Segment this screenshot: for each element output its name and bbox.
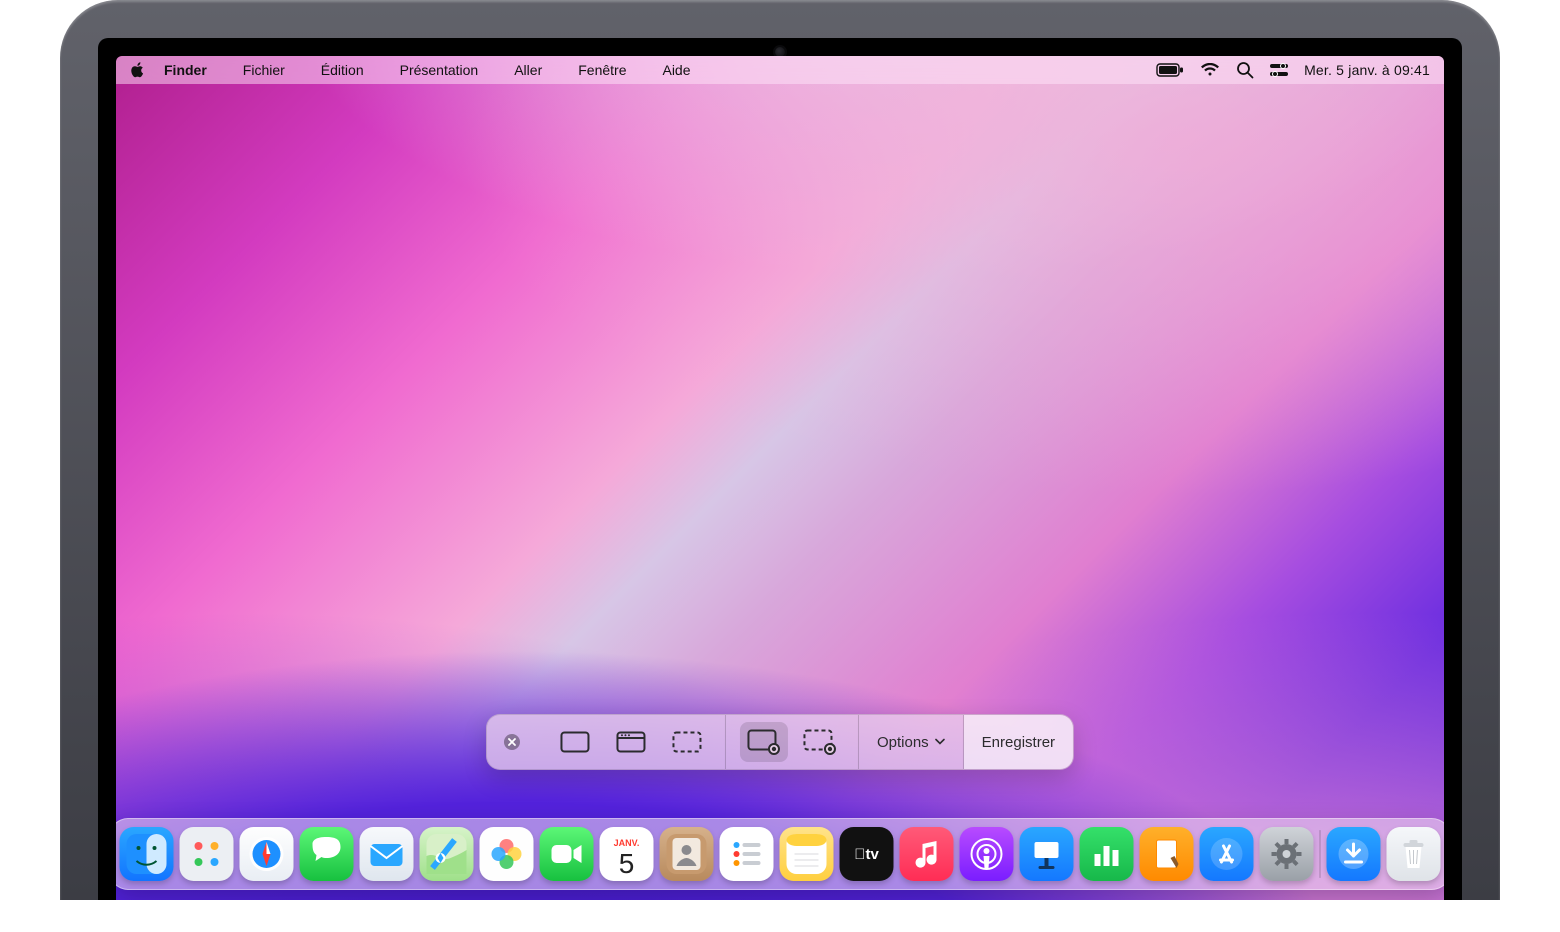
icon-glyph: [907, 834, 947, 874]
icon-glyph: [787, 834, 827, 874]
icon-glyph: [547, 834, 587, 874]
pages-icon[interactable]: [1140, 827, 1194, 881]
icon-glyph: [667, 834, 707, 874]
menu-edition[interactable]: Édition: [321, 62, 364, 78]
menu-aller[interactable]: Aller: [514, 62, 542, 78]
facetime-icon[interactable]: [540, 827, 594, 881]
wallpaper-layer: [116, 56, 1444, 900]
menu-bar-clock[interactable]: Mer. 5 janv. à 09:41: [1304, 62, 1430, 78]
icon-glyph: [187, 834, 227, 874]
close-toolbar-button[interactable]: [497, 727, 527, 757]
icon-glyph: [727, 834, 767, 874]
record-button[interactable]: Enregistrer: [964, 715, 1073, 769]
desktop[interactable]: Finder Fichier Édition Présentation Aller Fe…: [116, 56, 1444, 900]
control-center-icon[interactable]: [1270, 63, 1288, 77]
chevron-down-icon: [935, 738, 945, 746]
screen-bezel: Finder Fichier Édition Présentation Aller Fe…: [98, 38, 1462, 900]
podcasts-icon[interactable]: [960, 827, 1014, 881]
keynote-icon[interactable]: [1020, 827, 1074, 881]
launchpad-icon[interactable]: [180, 827, 234, 881]
trash-icon[interactable]: [1387, 827, 1441, 881]
wifi-icon[interactable]: [1200, 63, 1220, 77]
safari-icon[interactable]: [240, 827, 294, 881]
icon-glyph: [1394, 834, 1434, 874]
system-preferences-icon[interactable]: [1260, 827, 1314, 881]
icon-glyph: [487, 834, 527, 874]
icon-glyph: [127, 834, 167, 874]
battery-icon[interactable]: [1156, 63, 1184, 77]
icon-glyph: [1027, 834, 1067, 874]
icon-glyph: [1334, 834, 1374, 874]
messages-icon[interactable]: [300, 827, 354, 881]
icon-glyph: [427, 834, 467, 874]
mail-icon[interactable]: [360, 827, 414, 881]
svg-text:tv: tv: [854, 846, 879, 863]
contacts-icon[interactable]: [660, 827, 714, 881]
spotlight-icon[interactable]: [1236, 61, 1254, 79]
finder-icon[interactable]: [120, 827, 174, 881]
menu-presentation[interactable]: Présentation: [400, 62, 479, 78]
record-entire-screen-button[interactable]: [740, 722, 788, 762]
record-selection-button[interactable]: [796, 722, 844, 762]
music-icon[interactable]: [900, 827, 954, 881]
reminders-icon[interactable]: [720, 827, 774, 881]
menu-aide[interactable]: Aide: [662, 62, 690, 78]
apple-menu-icon[interactable]: [130, 62, 146, 78]
icon-glyph: [307, 834, 347, 874]
wallpaper-layer: [116, 56, 1444, 900]
record-button-label: Enregistrer: [982, 734, 1055, 751]
icon-glyph: [1207, 834, 1247, 874]
capture-selection-button[interactable]: [663, 722, 711, 762]
photos-icon[interactable]: [480, 827, 534, 881]
icon-glyph: [247, 834, 287, 874]
icon-glyph: [367, 834, 407, 874]
capture-window-button[interactable]: [607, 722, 655, 762]
page: Finder Fichier Édition Présentation Aller Fe…: [0, 0, 1560, 932]
options-label: Options: [877, 734, 929, 751]
maps-icon[interactable]: [420, 827, 474, 881]
icon-glyph: JANV.5: [607, 834, 647, 874]
dock-separator: [1320, 830, 1321, 878]
numbers-icon[interactable]: [1080, 827, 1134, 881]
tv-icon[interactable]: tv: [840, 827, 894, 881]
icon-glyph: [1267, 834, 1307, 874]
capture-entire-screen-button[interactable]: [551, 722, 599, 762]
icon-glyph: [1147, 834, 1187, 874]
wallpaper-layer: [116, 56, 1444, 900]
menu-bar: Finder Fichier Édition Présentation Aller Fe…: [116, 56, 1444, 84]
laptop-frame: Finder Fichier Édition Présentation Aller Fe…: [60, 0, 1500, 900]
icon-glyph: tv: [847, 834, 887, 874]
menu-fichier[interactable]: Fichier: [243, 62, 285, 78]
wallpaper-layer: [116, 56, 1444, 900]
menu-fenetre[interactable]: Fenêtre: [578, 62, 626, 78]
wallpaper-layer: [116, 56, 1444, 900]
calendar-icon[interactable]: JANV.5: [600, 827, 654, 881]
notes-icon[interactable]: [780, 827, 834, 881]
options-dropdown[interactable]: Options: [859, 715, 963, 769]
screenshot-toolbar: Options Enregistrer: [486, 714, 1074, 770]
icon-glyph: [967, 834, 1007, 874]
laptop-lid: Finder Fichier Édition Présentation Aller Fe…: [60, 0, 1500, 900]
dock: JANV.5 tv: [116, 818, 1444, 890]
active-app-name[interactable]: Finder: [164, 62, 207, 78]
appstore-icon[interactable]: [1200, 827, 1254, 881]
downloads-icon[interactable]: [1327, 827, 1381, 881]
icon-glyph: [1087, 834, 1127, 874]
